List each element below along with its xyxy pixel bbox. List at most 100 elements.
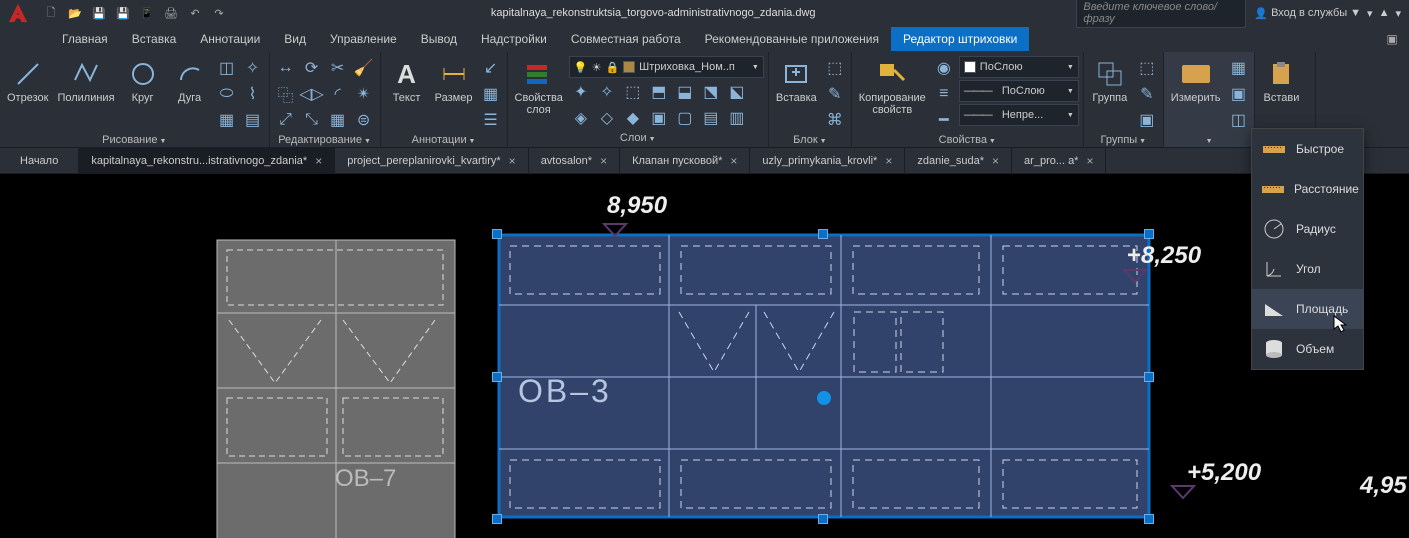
file-tab-5[interactable]: zdanie_suda*× (905, 148, 1012, 174)
linetype-small-icon[interactable]: ≡ (932, 82, 956, 106)
stretch-icon[interactable]: ⤢ (274, 108, 298, 132)
annotation-extra-icon[interactable]: ☰ (479, 108, 503, 132)
grip[interactable] (1144, 372, 1154, 382)
measure-quick[interactable]: Быстрое (1252, 129, 1363, 169)
draw-small-5[interactable]: ▦ (215, 108, 239, 132)
close-icon[interactable]: × (1086, 154, 1093, 168)
panel-properties-label[interactable]: Свойства (856, 132, 1079, 148)
layer-op-9[interactable]: ◇ (595, 106, 619, 130)
lineweight-combo[interactable]: ——— Непре... (959, 104, 1079, 126)
current-layer-combo[interactable]: 💡 ☀ 🔒 Штриховка_Ном..п (569, 56, 764, 78)
layer-op-1[interactable]: ✦ (569, 80, 593, 104)
rotate-icon[interactable]: ⟳ (300, 56, 324, 80)
copy-icon[interactable]: ⿻ (274, 82, 298, 106)
draw-small-6[interactable]: ▤ (241, 108, 265, 132)
tab-manage[interactable]: Управление (318, 27, 409, 51)
file-tab-0[interactable]: kapitalnaya_rekonstru...istrativnogo_zda… (79, 148, 335, 174)
close-icon[interactable]: × (600, 154, 607, 168)
close-icon[interactable]: × (885, 154, 892, 168)
text-button[interactable]: A Текст (385, 56, 429, 106)
help-dropdown[interactable]: ▾ (1395, 7, 1401, 20)
insert-block-button[interactable]: Вставка (773, 56, 820, 106)
polyline-button[interactable]: Полилиния (54, 56, 117, 106)
layer-op-13[interactable]: ▤ (699, 106, 723, 130)
file-tab-6[interactable]: ar_pro... a*× (1012, 148, 1106, 174)
circle-button[interactable]: Круг (121, 56, 165, 106)
app-logo[interactable] (0, 0, 36, 26)
ungroup-icon[interactable]: ⬚ (1135, 56, 1159, 80)
file-tab-3[interactable]: Клапан пусковой*× (620, 148, 750, 174)
erase-icon[interactable]: 🧹 (352, 56, 376, 80)
grip[interactable] (492, 229, 502, 239)
panel-block-label[interactable]: Блок (773, 132, 847, 148)
util-3[interactable]: ◫ (1226, 108, 1250, 132)
line-button[interactable]: Отрезок (4, 56, 51, 106)
layer-op-4[interactable]: ⬒ (647, 80, 671, 104)
layer-op-3[interactable]: ⬚ (621, 80, 645, 104)
measure-button[interactable]: Измерить (1168, 56, 1224, 106)
grip[interactable] (818, 514, 828, 524)
dimension-button[interactable]: Размер (432, 56, 476, 106)
start-tab[interactable]: Начало (0, 149, 79, 173)
measure-angle[interactable]: Угол (1252, 249, 1363, 289)
util-1[interactable]: ▦ (1226, 56, 1250, 80)
tab-featured-apps[interactable]: Рекомендованные приложения (693, 27, 891, 51)
open-icon[interactable]: 📂 (64, 2, 86, 24)
draw-small-3[interactable]: ⬭ (215, 82, 239, 106)
close-icon[interactable]: × (730, 154, 737, 168)
file-tab-2[interactable]: avtosalon*× (529, 148, 620, 174)
undo-icon[interactable]: ↶ (184, 2, 206, 24)
autodesk-app-button[interactable]: ▾ (1367, 7, 1373, 20)
group-edit-icon[interactable]: ✎ (1135, 82, 1159, 106)
scale-icon[interactable]: ⤡ (300, 108, 324, 132)
layer-properties-button[interactable]: Свойства слоя (512, 56, 566, 118)
panel-layers-label[interactable]: Слои (512, 130, 764, 146)
grip[interactable] (1144, 229, 1154, 239)
block-create-icon[interactable]: ⬚ (823, 56, 847, 80)
linetype-combo[interactable]: ——— ПоСлою (959, 80, 1079, 102)
measure-area[interactable]: Площадь (1252, 289, 1363, 329)
saveas-icon[interactable]: 💾 (112, 2, 134, 24)
tab-view[interactable]: Вид (272, 27, 318, 51)
close-icon[interactable]: × (509, 154, 516, 168)
lineweight-small-icon[interactable]: ━ (932, 108, 956, 132)
measure-radius[interactable]: Радиус (1252, 209, 1363, 249)
fillet-icon[interactable]: ◜ (326, 82, 350, 106)
web-mobile-icon[interactable]: 📱 (136, 2, 158, 24)
close-icon[interactable]: × (992, 154, 999, 168)
draw-small-4[interactable]: ⌇ (241, 82, 265, 106)
draw-small-1[interactable]: ◫ (215, 56, 239, 80)
trim-icon[interactable]: ✂ (326, 56, 350, 80)
paste-button[interactable]: Встави (1259, 56, 1303, 106)
panel-draw-label[interactable]: Рисование (4, 132, 265, 148)
plot-icon[interactable]: 🖨 (160, 2, 182, 24)
arc-button[interactable]: Дуга (168, 56, 212, 106)
file-tab-4[interactable]: uzly_primykania_krovli*× (750, 148, 905, 174)
new-icon[interactable]: 🗋 (40, 2, 62, 24)
leader-icon[interactable]: ↙ (479, 56, 503, 80)
panel-groups-label[interactable]: Группы (1088, 132, 1159, 148)
measure-volume[interactable]: Объем (1252, 329, 1363, 369)
match-properties-button[interactable]: Копирование свойств (856, 56, 929, 118)
panel-annotation-label[interactable]: Аннотации (385, 132, 503, 148)
panel-modify-label[interactable]: Редактирование (274, 132, 376, 148)
grip[interactable] (492, 372, 502, 382)
group-bbox-icon[interactable]: ▣ (1135, 108, 1159, 132)
group-button[interactable]: Группа (1088, 56, 1132, 106)
tab-addins[interactable]: Надстройки (469, 27, 559, 51)
tab-home[interactable]: Главная (50, 27, 120, 51)
tab-output[interactable]: Вывод (409, 27, 469, 51)
redo-icon[interactable]: ↷ (208, 2, 230, 24)
drawing-canvas[interactable]: ОВ–7 ОВ–3 8,950 +8,250 +5,2 (0, 174, 1409, 538)
draw-small-2[interactable]: ✧ (241, 56, 265, 80)
search-input[interactable]: Введите ключевое слово/фразу (1076, 0, 1246, 28)
block-edit-icon[interactable]: ✎ (823, 82, 847, 106)
explode-icon[interactable]: ✴ (352, 82, 376, 106)
grip[interactable] (818, 229, 828, 239)
tab-hatch-editor[interactable]: Редактор штриховки (891, 27, 1029, 51)
tab-collaborate[interactable]: Совместная работа (559, 27, 693, 51)
layer-op-5[interactable]: ⬓ (673, 80, 697, 104)
util-2[interactable]: ▣ (1226, 82, 1250, 106)
offset-icon[interactable]: ⊜ (352, 108, 376, 132)
layer-op-2[interactable]: ✧ (595, 80, 619, 104)
